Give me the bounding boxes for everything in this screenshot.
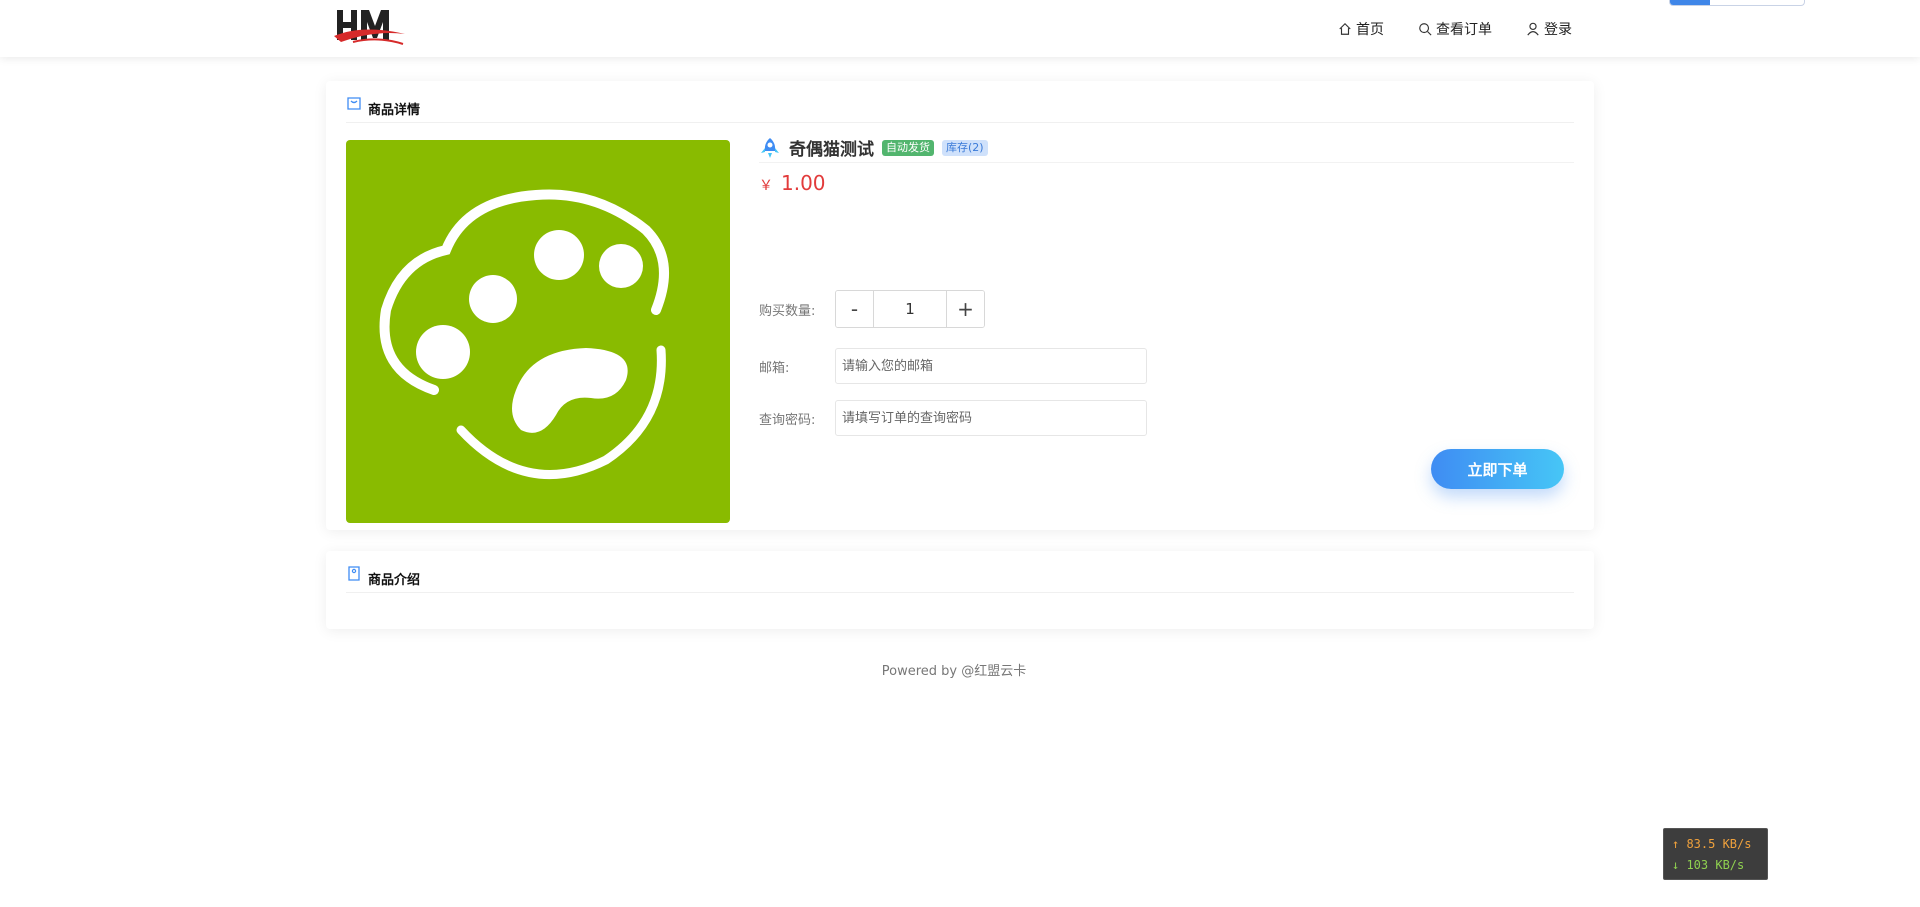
shopping-bag-icon bbox=[347, 97, 361, 110]
product-price: ￥ 1.00 bbox=[759, 171, 1574, 195]
home-icon bbox=[1339, 22, 1351, 35]
upload-speed: ↑ 83.5 KB/s bbox=[1672, 837, 1752, 851]
network-speed-widget: ↑ 83.5 KB/s ↓ 103 KB/s bbox=[1663, 828, 1768, 880]
site-header: 首页 查看订单 登录 bbox=[0, 0, 1920, 57]
download-speed: ↓ 103 KB/s bbox=[1672, 858, 1745, 872]
intro-section-title: 商品介绍 bbox=[368, 573, 421, 588]
product-image bbox=[346, 140, 730, 523]
quantity-increment-button[interactable]: + bbox=[946, 291, 984, 327]
query-password-label: 查询密码: bbox=[759, 412, 816, 428]
quantity-input[interactable]: 1 bbox=[874, 291, 946, 327]
email-input[interactable] bbox=[835, 348, 1147, 384]
query-password-input[interactable] bbox=[835, 400, 1147, 436]
nav-orders-label: 查看订单 bbox=[1436, 21, 1492, 38]
quantity-label: 购买数量: bbox=[759, 303, 816, 319]
quantity-stepper: - 1 + bbox=[835, 290, 985, 328]
intro-section-header: 商品介绍 bbox=[346, 566, 1574, 593]
search-icon bbox=[1419, 22, 1432, 36]
user-icon bbox=[1527, 22, 1539, 35]
price-value: 1.00 bbox=[781, 171, 826, 195]
stock-badge: 库存(2) bbox=[942, 139, 988, 156]
detail-section-header: 商品详情 bbox=[346, 97, 1574, 123]
nav-login[interactable]: 登录 bbox=[1526, 19, 1572, 39]
site-logo[interactable] bbox=[333, 6, 407, 48]
currency-symbol: ￥ bbox=[759, 178, 773, 194]
nav-orders[interactable]: 查看订单 bbox=[1418, 19, 1492, 39]
top-nav: 首页 查看订单 登录 bbox=[1338, 0, 1572, 57]
query-password-row: 查询密码: bbox=[759, 400, 1147, 436]
detail-section-title: 商品详情 bbox=[368, 103, 421, 118]
quantity-row: 购买数量: - 1 + bbox=[759, 290, 985, 328]
quantity-decrement-button[interactable]: - bbox=[836, 291, 874, 327]
product-info: 奇偶猫测试 自动发货 库存(2) ￥ 1.00 购买数量: - 1 + 邮箱: … bbox=[759, 133, 1574, 436]
nav-home[interactable]: 首页 bbox=[1338, 19, 1384, 39]
auto-delivery-badge: 自动发货 bbox=[882, 139, 934, 156]
rocket-icon bbox=[761, 137, 779, 158]
email-label: 邮箱: bbox=[759, 360, 790, 376]
product-name-row: 奇偶猫测试 自动发货 库存(2) bbox=[759, 133, 1574, 163]
product-intro-card: 商品介绍 bbox=[326, 551, 1594, 629]
place-order-button[interactable]: 立即下单 bbox=[1431, 449, 1564, 489]
toggle-active-segment bbox=[1670, 0, 1710, 5]
footer-powered-by: Powered by @红盟云卡 bbox=[881, 664, 1027, 679]
top-toggle-widget[interactable] bbox=[1669, 0, 1805, 6]
email-row: 邮箱: bbox=[759, 348, 1147, 384]
product-name: 奇偶猫测试 bbox=[789, 140, 874, 160]
product-detail-card: 商品详情 奇偶猫测试 自动发货 库存(2) ￥ 1.00 购买数量: - 1 +… bbox=[326, 81, 1594, 530]
nav-home-label: 首页 bbox=[1356, 21, 1384, 38]
nav-login-label: 登录 bbox=[1544, 21, 1572, 38]
tag-icon bbox=[348, 566, 360, 581]
